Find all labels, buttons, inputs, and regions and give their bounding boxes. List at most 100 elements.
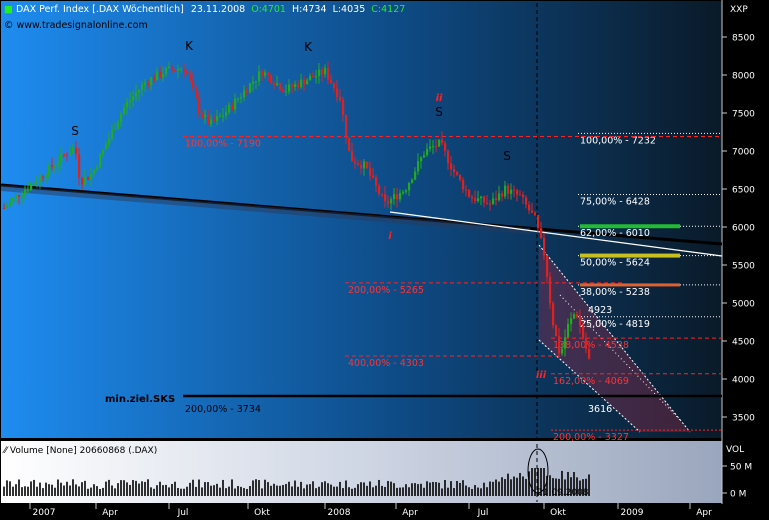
time-tick-label: 2009 bbox=[621, 508, 644, 518]
price-tick-label: 7500 bbox=[732, 110, 755, 120]
candle-body bbox=[306, 80, 309, 85]
fib-38-band bbox=[580, 283, 680, 287]
candle-body bbox=[240, 97, 243, 99]
candle-body bbox=[231, 104, 234, 110]
volume-bar bbox=[462, 480, 464, 496]
candle-body bbox=[105, 144, 108, 150]
volume-bar bbox=[459, 482, 461, 496]
candle-body bbox=[72, 147, 75, 154]
candle-body bbox=[414, 171, 417, 180]
candle-body bbox=[330, 79, 333, 84]
volume-bar bbox=[327, 483, 329, 496]
candle-body bbox=[402, 191, 405, 194]
volume-bar bbox=[291, 486, 293, 496]
candle-body bbox=[318, 69, 321, 76]
volume-bar bbox=[408, 487, 410, 496]
candle-body bbox=[195, 88, 198, 99]
candle-body bbox=[87, 176, 90, 180]
candle-body bbox=[528, 204, 531, 211]
candle-body bbox=[486, 202, 489, 204]
volume-bar bbox=[18, 479, 20, 496]
volume-bar bbox=[297, 486, 299, 496]
volume-bar bbox=[78, 486, 80, 496]
volume-bar bbox=[288, 481, 290, 496]
candle-body bbox=[561, 348, 564, 354]
header-high: H:4734 bbox=[292, 4, 327, 15]
volume-bar bbox=[432, 481, 434, 496]
volume-bar bbox=[417, 484, 419, 496]
candle-body bbox=[357, 163, 360, 165]
fib-extension-100-label: 100,00% - 7190 bbox=[185, 139, 261, 150]
volume-bar bbox=[510, 479, 512, 496]
volume-bar bbox=[453, 488, 455, 496]
candle-body bbox=[177, 69, 180, 71]
candle-body bbox=[372, 175, 375, 178]
volume-bar bbox=[498, 481, 500, 496]
volume-bar bbox=[114, 488, 116, 496]
candle-body bbox=[186, 70, 189, 74]
volume-bar bbox=[303, 488, 305, 496]
volume-bar bbox=[54, 487, 56, 496]
volume-bar bbox=[30, 481, 32, 496]
fib-extension-200-label: 200,00% - 5265 bbox=[348, 285, 424, 296]
candle-body bbox=[579, 316, 582, 326]
candle-body bbox=[144, 82, 147, 85]
volume-bar bbox=[456, 480, 458, 496]
volume-bar bbox=[336, 486, 338, 496]
candle-body bbox=[417, 161, 420, 172]
volume-bar bbox=[354, 487, 356, 496]
candle-body bbox=[162, 74, 165, 77]
candle-body bbox=[90, 174, 93, 180]
volume-bar bbox=[69, 485, 71, 496]
candle-body bbox=[264, 72, 267, 76]
volume-bar bbox=[387, 481, 389, 496]
fib-retracement-50-label: 50,00% - 5624 bbox=[580, 258, 650, 269]
header-open: O:4701 bbox=[251, 4, 286, 15]
volume-bar bbox=[315, 488, 317, 496]
fib-retracement-38-label: 38,00% - 5238 bbox=[580, 287, 650, 298]
volume-bar bbox=[402, 487, 404, 496]
candle-body bbox=[84, 176, 87, 185]
candle-body bbox=[555, 325, 558, 337]
candle-body bbox=[456, 172, 459, 175]
fib-50-band bbox=[580, 253, 680, 258]
volume-bar bbox=[285, 483, 287, 496]
candle-body bbox=[480, 196, 483, 199]
volume-bar bbox=[87, 488, 89, 496]
volume-bar bbox=[237, 485, 239, 496]
candle-body bbox=[297, 84, 300, 88]
candle-body bbox=[66, 155, 69, 157]
candle-body bbox=[270, 75, 273, 84]
candle-body bbox=[78, 154, 81, 178]
volume-bar bbox=[6, 480, 8, 496]
volume-marker-date: 21.09.2008 bbox=[537, 488, 589, 498]
candle-body bbox=[471, 196, 474, 199]
candle-body bbox=[150, 77, 153, 85]
volume-bar bbox=[12, 486, 14, 496]
volume-bar bbox=[42, 488, 44, 496]
volume-bar bbox=[504, 479, 506, 496]
header-title: ■ DAX Perf. Index [.DAX Wöchentlich] 23.… bbox=[4, 4, 405, 15]
candle-body bbox=[531, 210, 534, 213]
volume-bar bbox=[210, 485, 212, 496]
volume-bar bbox=[36, 486, 38, 496]
candle-body bbox=[153, 77, 156, 81]
volume-bar bbox=[72, 479, 74, 496]
volume-bar bbox=[93, 484, 95, 496]
volume-bar bbox=[414, 483, 416, 496]
volume-bar bbox=[474, 485, 476, 496]
volume-bar bbox=[231, 479, 233, 496]
candle-body bbox=[129, 100, 132, 102]
volume-bar bbox=[105, 481, 107, 496]
volume-bar bbox=[27, 486, 29, 496]
wave-label: ii bbox=[436, 93, 443, 104]
candle-body bbox=[171, 66, 174, 71]
candle-body bbox=[549, 276, 552, 304]
volume-bar bbox=[516, 477, 518, 496]
volume-bar bbox=[96, 486, 98, 496]
volume-bar bbox=[90, 487, 92, 496]
candle-body bbox=[51, 164, 54, 167]
volume-bar bbox=[48, 484, 50, 496]
candle-body bbox=[399, 193, 402, 200]
price-tick-label: 5500 bbox=[732, 262, 755, 272]
